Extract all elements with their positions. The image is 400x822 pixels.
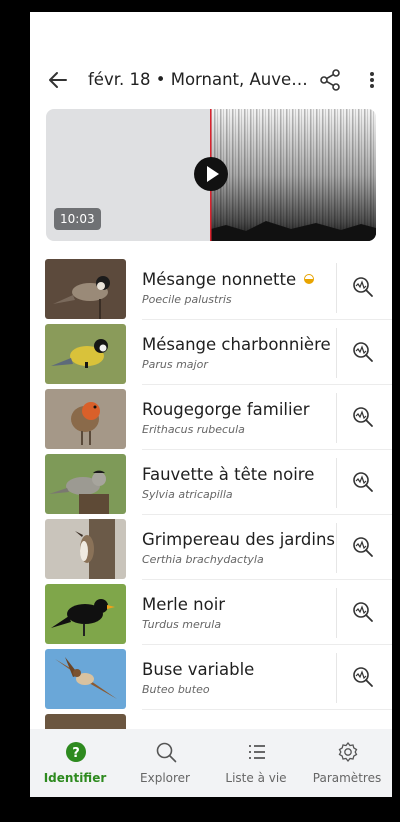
list-item[interactable]: Grimpereau des jardins Certhia brachydac… — [30, 515, 392, 580]
bird-photo — [45, 519, 126, 579]
list-item[interactable]: Buse variable Buteo buteo — [30, 645, 392, 710]
species-latin: Turdus merula — [142, 618, 222, 631]
tab-label: Identifier — [43, 771, 107, 785]
species-name: Rougegorge familier — [142, 400, 310, 419]
list-item[interactable]: Merle noir Turdus merula — [30, 580, 392, 645]
search-icon — [156, 742, 177, 763]
species-name: Buse variable — [142, 660, 255, 679]
species-latin: Parus major — [142, 358, 208, 371]
species-name: Fauvette à tête noire — [142, 465, 315, 484]
bird-photo — [45, 259, 126, 319]
app-screen: févr. 18 • Mornant, Auvergne-Rhône-Alpes — [30, 12, 392, 797]
tab-liste-a-vie[interactable]: Liste à vie — [211, 729, 301, 797]
analyze-search-icon[interactable] — [351, 665, 375, 689]
play-icon[interactable] — [194, 157, 228, 191]
tab-explorer[interactable]: Explorer — [120, 729, 210, 797]
duration-badge: 10:03 — [54, 208, 101, 230]
bird-photo — [45, 649, 126, 709]
bird-photo — [45, 389, 126, 449]
spectrogram-player[interactable]: 10:03 — [46, 109, 376, 241]
half-circle-icon — [304, 274, 315, 284]
bird-photo — [45, 584, 126, 644]
species-latin: Erithacus rubecula — [142, 423, 245, 436]
bird-photo — [45, 324, 126, 384]
analyze-search-icon[interactable] — [351, 535, 375, 559]
analyze-search-icon[interactable] — [351, 405, 375, 429]
analyze-search-icon[interactable] — [351, 470, 375, 494]
species-name: Grimpereau des jardins — [142, 530, 336, 549]
list-item[interactable]: Mésange nonnette Poecile palustris — [30, 255, 392, 320]
bird-photo — [45, 454, 126, 514]
list-item[interactable]: Fauvette à tête noire Sylvia atricapilla — [30, 450, 392, 515]
arrow-left-icon[interactable] — [44, 66, 72, 94]
analyze-search-icon[interactable] — [351, 275, 375, 299]
tab-label: Paramètres — [312, 771, 382, 785]
divider — [336, 523, 337, 573]
species-latin: Poecile palustris — [142, 293, 232, 306]
analyze-search-icon[interactable] — [351, 340, 375, 364]
help-circle-icon: ? — [66, 742, 86, 762]
top-bar: févr. 18 • Mornant, Auvergne-Rhône-Alpes — [30, 60, 392, 100]
svg-text:?: ? — [72, 746, 80, 761]
species-name: Mésange nonnette — [142, 270, 315, 289]
tab-identifier[interactable]: ? Identifier — [30, 729, 120, 797]
gear-icon — [338, 741, 358, 763]
tab-label: Explorer — [140, 771, 190, 785]
divider — [336, 588, 337, 638]
divider — [336, 458, 337, 508]
divider — [336, 328, 337, 378]
divider — [336, 393, 337, 443]
page-title: févr. 18 • Mornant, Auvergne-Rhône-Alpes — [88, 70, 308, 89]
share-icon[interactable] — [316, 66, 344, 94]
species-latin: Sylvia atricapilla — [142, 488, 233, 501]
list-item[interactable]: Rougegorge familier Erithacus rubecula — [30, 385, 392, 450]
species-name: Merle noir — [142, 595, 226, 614]
species-name: Mésange charbonnière — [142, 335, 331, 354]
divider — [336, 263, 337, 313]
divider — [336, 653, 337, 703]
species-latin: Buteo buteo — [142, 683, 210, 696]
analyze-search-icon[interactable] — [351, 600, 375, 624]
tab-parametres[interactable]: Paramètres — [302, 729, 392, 797]
list-icon — [249, 745, 265, 759]
list-item[interactable]: Mésange charbonnière Parus major — [30, 320, 392, 385]
more-vertical-icon[interactable] — [362, 66, 382, 94]
bottom-navigation: ? Identifier Explorer Liste à vie Paramè… — [30, 729, 392, 797]
tab-label: Liste à vie — [225, 771, 287, 785]
species-latin: Certhia brachydactyla — [142, 553, 264, 566]
